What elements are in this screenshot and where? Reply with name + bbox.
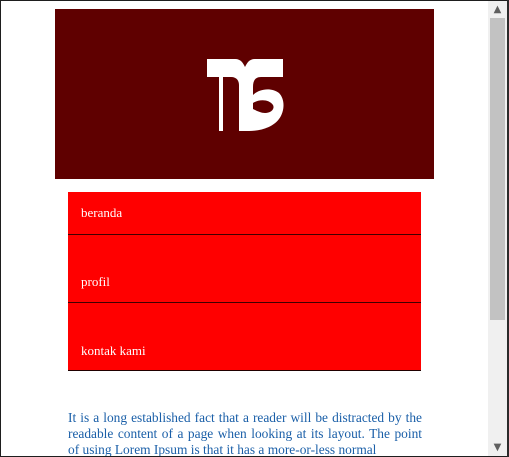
nav-item-label: beranda bbox=[81, 205, 123, 220]
nav-item-kontak-kami[interactable]: kontak kami bbox=[68, 303, 421, 371]
header-banner bbox=[55, 9, 434, 179]
scrollbar-thumb[interactable] bbox=[490, 18, 505, 320]
body-paragraph: It is a long established fact that a rea… bbox=[68, 410, 422, 456]
vertical-scrollbar[interactable]: ▲ ▼ bbox=[488, 1, 507, 456]
ts-logo-icon bbox=[207, 59, 284, 131]
page-viewport: beranda profil kontak kami It is a long … bbox=[1, 1, 488, 456]
nav-item-label: kontak kami bbox=[81, 343, 146, 358]
nav-item-beranda[interactable]: beranda bbox=[68, 192, 421, 235]
nav-item-label: profil bbox=[81, 274, 110, 289]
nav-item-profil[interactable]: profil bbox=[68, 235, 421, 303]
browser-window: beranda profil kontak kami It is a long … bbox=[0, 0, 509, 457]
chevron-up-icon[interactable]: ▲ bbox=[488, 1, 507, 18]
chevron-down-icon[interactable]: ▼ bbox=[488, 439, 507, 456]
main-navigation: beranda profil kontak kami bbox=[68, 192, 421, 371]
